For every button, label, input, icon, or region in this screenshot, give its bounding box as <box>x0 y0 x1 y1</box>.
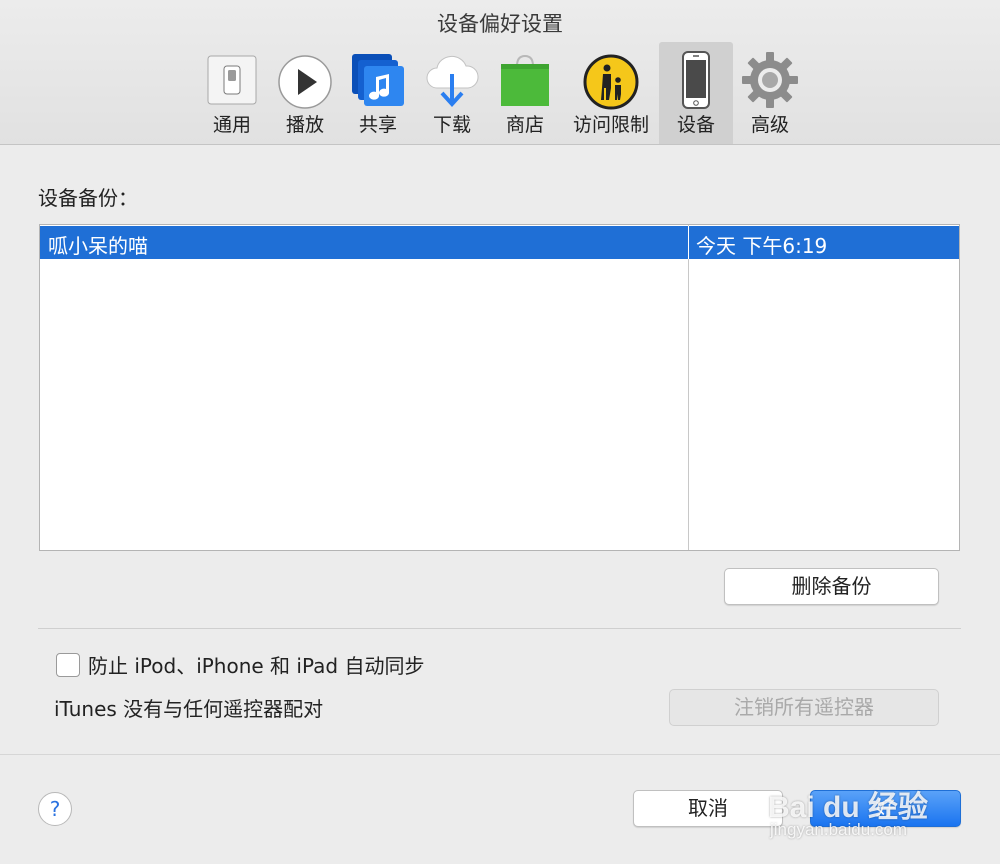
tab-label: 商店 <box>505 114 544 136</box>
deauthorize-remotes-button[interactable]: 注销所有遥控器 <box>669 689 939 726</box>
watermark-url: jingyan.baidu.com <box>770 820 908 839</box>
tab-playback[interactable]: 播放 <box>269 42 341 144</box>
tab-restrictions[interactable]: 访问限制 <box>566 42 656 144</box>
tab-label: 高级 <box>750 114 789 136</box>
tab-label: 访问限制 <box>572 114 649 136</box>
backup-date: 今天 下午6:19 <box>696 234 828 258</box>
store-bag-icon <box>495 50 555 110</box>
prevent-sync-label[interactable]: 防止 iPod、iPhone 和 iPad 自动同步 <box>88 650 424 679</box>
backups-table: 呱小呆的喵 今天 下午6:19 <box>39 224 960 551</box>
column-separator <box>688 225 689 550</box>
tab-label: 通用 <box>212 114 251 136</box>
parental-restrictions-icon <box>581 50 641 110</box>
tab-store[interactable]: 商店 <box>489 42 561 144</box>
cloud-download-icon <box>422 50 482 110</box>
tab-general[interactable]: 通用 <box>196 42 268 144</box>
window-title: 设备偏好设置 <box>437 12 563 36</box>
gear-icon <box>740 50 800 110</box>
tab-label: 设备 <box>676 114 715 136</box>
tab-label: 下载 <box>432 114 471 136</box>
footer-divider <box>0 754 1000 755</box>
prevent-sync-checkbox[interactable] <box>56 653 80 677</box>
iphone-icon <box>666 50 726 110</box>
cancel-button[interactable]: 取消 <box>633 790 783 827</box>
tab-downloads[interactable]: 下载 <box>416 42 488 144</box>
divider <box>38 628 961 629</box>
play-icon <box>275 50 335 110</box>
tab-sharing[interactable]: 共享 <box>342 42 414 144</box>
preferences-window: 设备偏好设置 通用 播放 共享 下载 商店 访问限制 设备 高级 设备备份： 呱… <box>0 0 1000 864</box>
tab-label: 播放 <box>285 114 324 136</box>
table-row[interactable]: 呱小呆的喵 今天 下午6:19 <box>40 226 959 259</box>
tab-label: 共享 <box>358 114 397 136</box>
delete-backup-button[interactable]: 删除备份 <box>724 568 939 605</box>
tab-devices[interactable]: 设备 <box>659 42 733 144</box>
help-button[interactable]: ? <box>38 792 72 826</box>
backup-device-name: 呱小呆的喵 <box>48 234 148 258</box>
remote-pair-status: iTunes 没有与任何遥控器配对 <box>54 697 324 721</box>
music-sharing-icon <box>348 50 408 110</box>
toolbar: 设备偏好设置 通用 播放 共享 下载 商店 访问限制 设备 高级 <box>0 0 1000 145</box>
row-separator <box>688 226 689 259</box>
device-backups-label: 设备备份： <box>38 186 138 210</box>
general-switch-icon <box>202 50 262 110</box>
tab-advanced[interactable]: 高级 <box>734 42 806 144</box>
